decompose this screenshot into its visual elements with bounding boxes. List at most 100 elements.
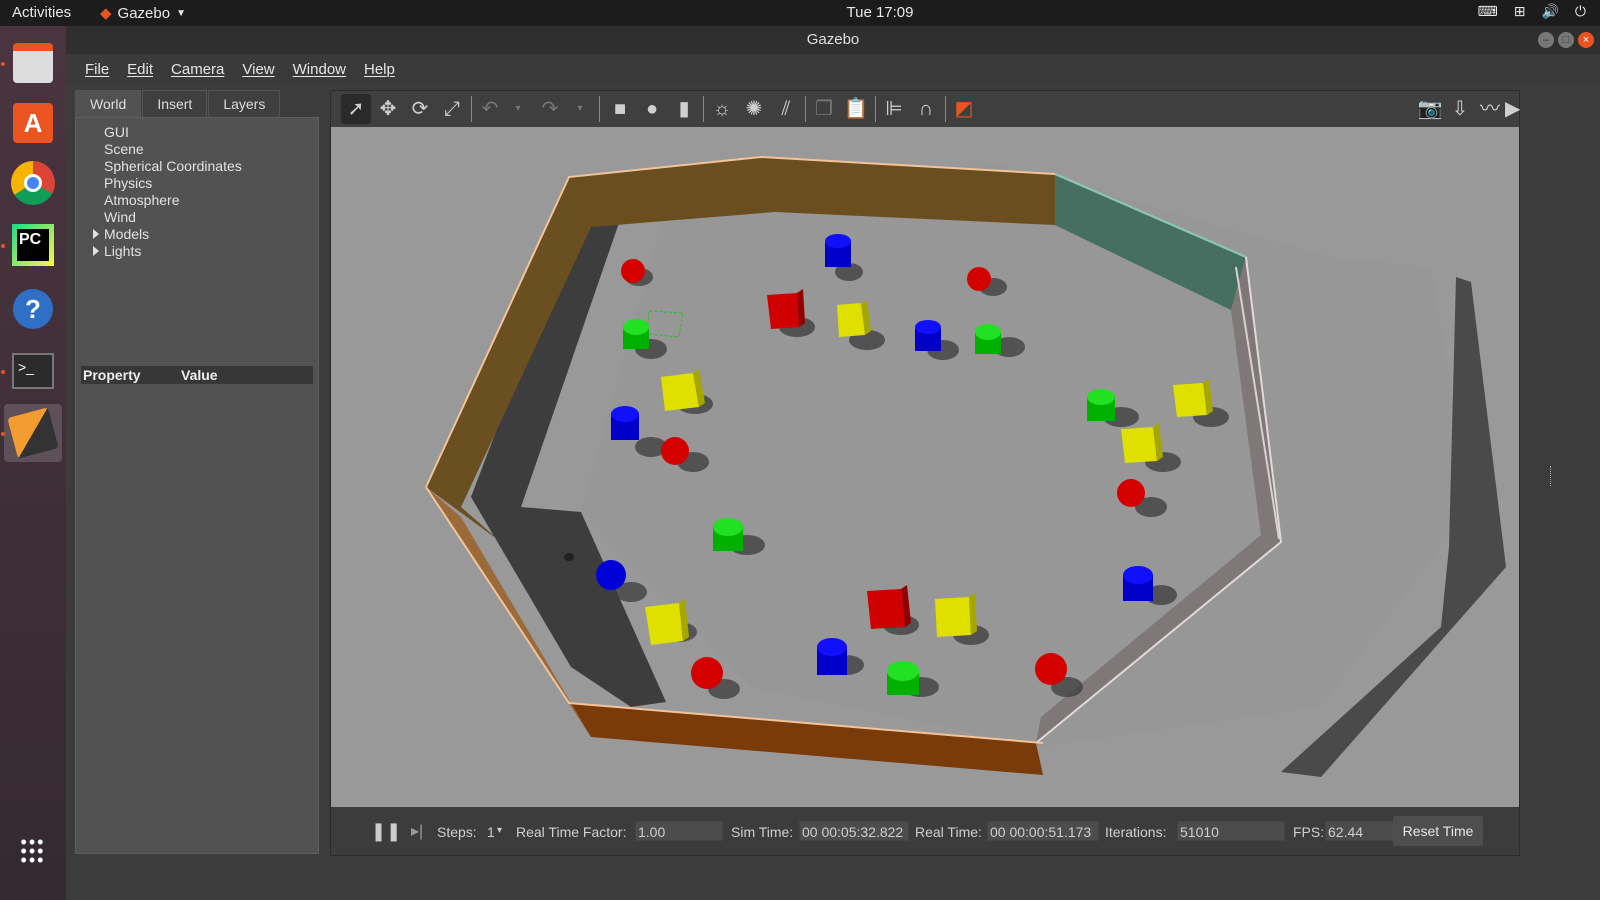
log-icon[interactable]: ⇩ xyxy=(1445,94,1475,124)
tree-item-models-label: Models xyxy=(104,226,150,242)
steps-dropdown-icon[interactable]: ▾ xyxy=(497,825,502,836)
volume-icon[interactable]: 🔊 xyxy=(1541,3,1558,20)
app-menu[interactable]: ◆ Gazebo ▼ xyxy=(100,4,186,23)
undo-dropdown-icon[interactable]: ▾ xyxy=(503,94,533,124)
iterations-label: Iterations: xyxy=(1105,824,1167,840)
left-panel: World Insert Layers GUI Scene Spherical … xyxy=(75,90,319,854)
box-icon[interactable]: ■ xyxy=(605,94,635,124)
menu-window[interactable]: Window xyxy=(284,61,355,78)
3d-viewport[interactable]: ➚ ✥ ⟳ ⤢ ↶ ▾ ↷ ▾ ■ ● ▮ ☼ ✺ ⫽ ❐ 📋 ⊫ ∩ ◩ 📷 xyxy=(330,90,1520,856)
maximize-button[interactable]: □ xyxy=(1558,32,1574,48)
expand-arrow-icon[interactable] xyxy=(93,246,99,256)
world-tree-panel: GUI Scene Spherical Coordinates Physics … xyxy=(75,117,319,854)
property-table-header: Property Value xyxy=(81,366,313,384)
app-grid-icon: ••• ••• ••• xyxy=(20,831,46,870)
expand-arrow-icon[interactable] xyxy=(93,229,99,239)
paste-icon[interactable]: 📋 xyxy=(841,94,871,124)
tree-item-atmosphere[interactable]: Atmosphere xyxy=(104,192,179,208)
software-center-icon: A xyxy=(13,103,53,143)
files-icon xyxy=(13,43,53,83)
gazebo-window: Gazebo – □ × File Edit Camera View Windo… xyxy=(66,26,1600,900)
fps-label: FPS: xyxy=(1293,824,1325,840)
plot-icon[interactable]: 〰 xyxy=(1475,94,1505,124)
copy-icon[interactable]: ❐ xyxy=(809,94,839,124)
tree-item-models[interactable]: Models xyxy=(93,226,150,242)
top-bar: Activities ◆ Gazebo ▼ Tue 17:09 ⌨ ⊞ 🔊 ⏻ xyxy=(0,0,1600,26)
translate-icon[interactable]: ✥ xyxy=(373,94,403,124)
tree-item-lights-label: Lights xyxy=(104,243,142,259)
sim-time-label: Sim Time: xyxy=(731,824,794,840)
3d-scene[interactable] xyxy=(331,127,1519,807)
minimize-button[interactable]: – xyxy=(1538,32,1554,48)
steps-label: Steps: xyxy=(437,824,477,840)
pycharm-icon: PC xyxy=(12,224,54,266)
undo-icon[interactable]: ↶ xyxy=(475,94,505,124)
real-time-label: Real Time: xyxy=(915,824,982,840)
cylinder-icon[interactable]: ▮ xyxy=(669,94,699,124)
tree-item-scene[interactable]: Scene xyxy=(104,141,144,157)
tree-item-physics[interactable]: Physics xyxy=(104,175,152,191)
scale-icon[interactable]: ⤢ xyxy=(437,94,467,124)
redo-icon[interactable]: ↷ xyxy=(535,94,565,124)
files-dock-item[interactable] xyxy=(4,34,62,92)
directional-light-icon[interactable]: ⫽ xyxy=(771,94,801,124)
right-panel-handle[interactable] xyxy=(1550,466,1553,486)
tab-layers[interactable]: Layers xyxy=(208,90,281,117)
tree-item-lights[interactable]: Lights xyxy=(93,243,142,259)
reset-time-button[interactable]: Reset Time xyxy=(1393,816,1483,846)
pause-icon[interactable]: ❚❚ xyxy=(371,821,401,842)
point-light-icon[interactable]: ☼ xyxy=(707,94,737,124)
help-dock-item[interactable]: ? xyxy=(4,280,62,338)
terminal-icon: >_ xyxy=(12,353,54,389)
tree-item-gui[interactable]: GUI xyxy=(104,124,129,140)
software-dock-item[interactable]: A xyxy=(4,94,62,152)
steps-value[interactable]: 1 xyxy=(487,824,495,840)
chrome-dock-item[interactable] xyxy=(4,154,62,212)
redo-dropdown-icon[interactable]: ▾ xyxy=(565,94,595,124)
view-angle-icon[interactable]: ◩ xyxy=(949,94,979,124)
close-button[interactable]: × xyxy=(1578,32,1594,48)
screenshot-icon[interactable]: 📷 xyxy=(1415,94,1445,124)
menu-camera[interactable]: Camera xyxy=(162,61,233,78)
title-bar[interactable]: Gazebo – □ × xyxy=(66,26,1600,54)
window-title: Gazebo xyxy=(806,31,860,48)
real-time-field: 00 00:00:51.173 xyxy=(987,821,1099,841)
real-time-factor-label: Real Time Factor: xyxy=(516,824,627,840)
activities-button[interactable]: Activities xyxy=(12,4,71,21)
toolbar: ➚ ✥ ⟳ ⤢ ↶ ▾ ↷ ▾ ■ ● ▮ ☼ ✺ ⫽ ❐ 📋 ⊫ ∩ ◩ 📷 xyxy=(331,91,1520,127)
tab-insert[interactable]: Insert xyxy=(142,90,208,117)
chrome-icon xyxy=(11,161,55,205)
menu-view[interactable]: View xyxy=(233,61,283,78)
app-menu-label: Gazebo xyxy=(117,4,171,22)
select-arrow-icon[interactable]: ➚ xyxy=(341,94,371,124)
tree-item-wind[interactable]: Wind xyxy=(104,209,136,225)
network-icon[interactable]: ⊞ xyxy=(1514,3,1526,20)
terminal-dock-item[interactable]: >_ xyxy=(4,342,62,400)
keyboard-icon[interactable]: ⌨ xyxy=(1478,3,1498,20)
rotate-icon[interactable]: ⟳ xyxy=(405,94,435,124)
menu-edit[interactable]: Edit xyxy=(118,61,162,78)
step-icon[interactable]: ▸| xyxy=(411,821,423,841)
property-header: Property xyxy=(83,367,141,383)
gazebo-icon xyxy=(7,407,59,459)
value-header: Value xyxy=(181,367,218,383)
power-icon[interactable]: ⏻ xyxy=(1575,3,1586,20)
tab-world[interactable]: World xyxy=(75,90,142,117)
video-record-icon[interactable]: ▶ xyxy=(1505,94,1520,124)
pycharm-dock-item[interactable]: PC xyxy=(4,216,62,274)
gazebo-dock-item[interactable] xyxy=(4,404,62,462)
clock[interactable]: Tue 17:09 xyxy=(0,4,1600,21)
show-applications-button[interactable]: ••• ••• ••• xyxy=(4,822,62,880)
magnet-icon[interactable]: ∩ xyxy=(911,94,941,124)
menu-help[interactable]: Help xyxy=(355,61,404,78)
spot-light-icon[interactable]: ✺ xyxy=(739,94,769,124)
menu-bar: File Edit Camera View Window Help xyxy=(66,54,1600,84)
dock: A PC ? >_ ••• ••• ••• xyxy=(0,26,66,900)
system-tray[interactable]: ⌨ ⊞ 🔊 ⏻ xyxy=(1478,3,1586,20)
tree-item-spherical-coordinates[interactable]: Spherical Coordinates xyxy=(104,158,242,174)
chevron-down-icon: ▼ xyxy=(176,7,186,19)
sphere-icon[interactable]: ● xyxy=(637,94,667,124)
iterations-field: 51010 xyxy=(1177,821,1285,841)
menu-file[interactable]: File xyxy=(76,61,118,78)
align-icon[interactable]: ⊫ xyxy=(879,94,909,124)
